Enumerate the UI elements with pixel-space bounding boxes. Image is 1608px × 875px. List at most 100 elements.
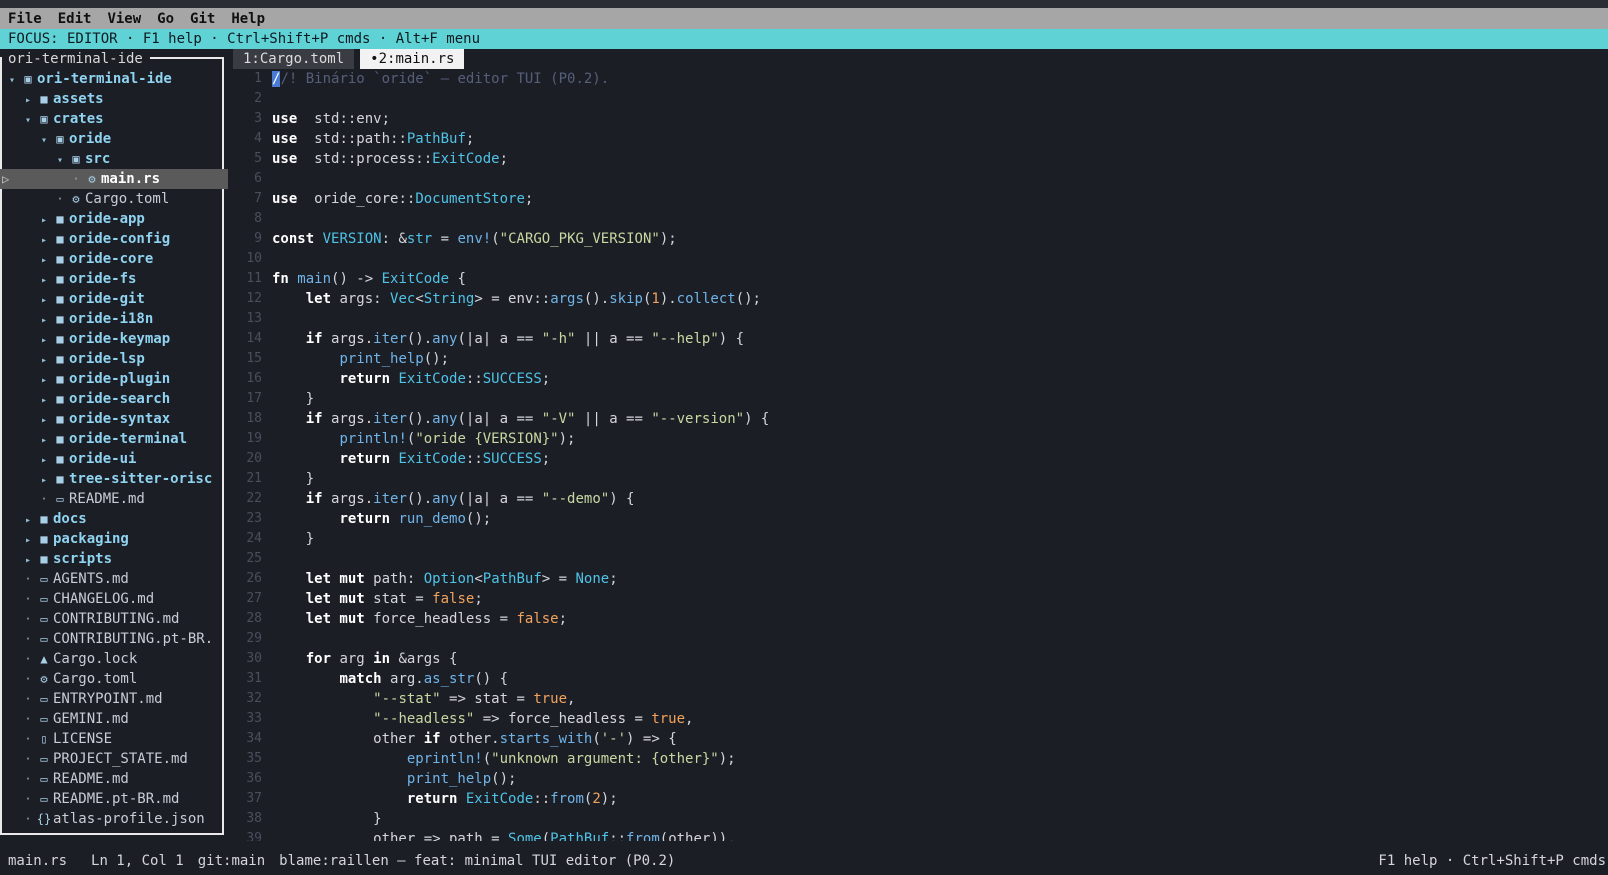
chevron-down-icon[interactable]: ▾ bbox=[4, 71, 20, 91]
chevron-down-icon[interactable]: ▾ bbox=[36, 131, 52, 151]
tab-cargo-toml[interactable]: 1:Cargo.toml bbox=[233, 49, 355, 69]
tree-folder[interactable]: ▸ ■ oride-plugin bbox=[0, 369, 224, 389]
code-line[interactable]: 20 return ExitCode::SUCCESS; bbox=[228, 449, 1608, 469]
code-line[interactable]: 12 let args: Vec<String> = env::args().s… bbox=[228, 289, 1608, 309]
chevron-right-icon[interactable]: ▸ bbox=[36, 391, 52, 411]
tree-folder[interactable]: ▸ ■ oride-lsp bbox=[0, 349, 224, 369]
tree-file[interactable]: · ▭ CHANGELOG.md bbox=[0, 589, 224, 609]
tree-folder[interactable]: ▸ ■ packaging bbox=[0, 529, 224, 549]
code-line[interactable]: 24 } bbox=[228, 529, 1608, 549]
tree-folder[interactable]: ▸ ■ oride-app bbox=[0, 209, 224, 229]
code-line[interactable]: 9 const VERSION: &str = env!("CARGO_PKG_V… bbox=[228, 229, 1608, 249]
menu-edit[interactable]: Edit bbox=[50, 11, 100, 27]
chevron-right-icon[interactable]: ▸ bbox=[20, 531, 36, 551]
tree-folder[interactable]: ▾ ▣ crates bbox=[0, 109, 224, 129]
tree-file[interactable]: · {} atlas-profile.json bbox=[0, 809, 224, 829]
tree-file[interactable]: · ▭ PROJECT_STATE.md bbox=[0, 749, 224, 769]
chevron-right-icon[interactable]: ▸ bbox=[36, 251, 52, 271]
tree-file[interactable]: · ▭ README.md bbox=[0, 489, 224, 509]
code-line[interactable]: 38 } bbox=[228, 809, 1608, 829]
chevron-right-icon[interactable]: ▸ bbox=[36, 271, 52, 291]
tree-file[interactable]: · ▭ README.pt-BR.md bbox=[0, 789, 224, 809]
tree-file[interactable]: · ▭ GEMINI.md bbox=[0, 709, 224, 729]
tree-file[interactable]: · ▯ LICENSE bbox=[0, 729, 224, 749]
code-line[interactable]: 18 if args.iter().any(|a| a == "-V" || a… bbox=[228, 409, 1608, 429]
tree-file[interactable]: · ▭ ENTRYPOINT.md bbox=[0, 689, 224, 709]
chevron-right-icon[interactable]: ▸ bbox=[36, 311, 52, 331]
menu-go[interactable]: Go bbox=[149, 11, 182, 27]
tree-folder[interactable]: ▸ ■ oride-terminal bbox=[0, 429, 224, 449]
tab-main-rs[interactable]: •2:main.rs bbox=[360, 49, 465, 69]
tree-folder[interactable]: ▾ ▣ src bbox=[0, 149, 224, 169]
tree-file[interactable]: · ▭ CONTRIBUTING.md bbox=[0, 609, 224, 629]
code-line[interactable]: 31 match arg.as_str() { bbox=[228, 669, 1608, 689]
code-line[interactable]: 10 bbox=[228, 249, 1608, 269]
chevron-right-icon[interactable]: ▸ bbox=[36, 371, 52, 391]
tree-folder[interactable]: ▸ ■ tree-sitter-orisc bbox=[0, 469, 224, 489]
code-line[interactable]: 33 "--headless" => force_headless = true… bbox=[228, 709, 1608, 729]
code-line[interactable]: 32 "--stat" => stat = true, bbox=[228, 689, 1608, 709]
code-line[interactable]: 15 print_help(); bbox=[228, 349, 1608, 369]
tree-folder[interactable]: ▸ ■ oride-keymap bbox=[0, 329, 224, 349]
tree-folder[interactable]: ▾ ▣ ori-terminal-ide bbox=[0, 69, 224, 89]
tree-folder[interactable]: ▸ ■ oride-core bbox=[0, 249, 224, 269]
code-line[interactable]: 36 print_help(); bbox=[228, 769, 1608, 789]
tree-file[interactable]: · ▭ CONTRIBUTING.pt-BR. bbox=[0, 629, 224, 649]
code-line[interactable]: 21 } bbox=[228, 469, 1608, 489]
menu-file[interactable]: File bbox=[0, 11, 50, 27]
chevron-right-icon[interactable]: ▸ bbox=[36, 471, 52, 491]
chevron-down-icon[interactable]: ▾ bbox=[20, 111, 36, 131]
tree-folder[interactable]: ▸ ■ oride-config bbox=[0, 229, 224, 249]
code-line[interactable]: 6 bbox=[228, 169, 1608, 189]
code-line[interactable]: 25 bbox=[228, 549, 1608, 569]
tree-file[interactable]: · ⚙ Cargo.toml bbox=[0, 669, 224, 689]
code-line[interactable]: 26 let mut path: Option<PathBuf> = None; bbox=[228, 569, 1608, 589]
tree-file[interactable]: · ▭ README.md bbox=[0, 769, 224, 789]
status-branch[interactable]: git:main bbox=[198, 853, 265, 869]
chevron-right-icon[interactable]: ▸ bbox=[36, 411, 52, 431]
code-line[interactable]: 3 use std::env; bbox=[228, 109, 1608, 129]
code-line[interactable]: 34 other if other.starts_with('-') => { bbox=[228, 729, 1608, 749]
menu-git[interactable]: Git bbox=[182, 11, 223, 27]
code-line[interactable]: 35 eprintln!("unknown argument: {other}"… bbox=[228, 749, 1608, 769]
menu-view[interactable]: View bbox=[99, 11, 149, 27]
chevron-right-icon[interactable]: ▸ bbox=[20, 551, 36, 571]
tree-file[interactable]: · ▭ AGENTS.md bbox=[0, 569, 224, 589]
chevron-right-icon[interactable]: ▸ bbox=[36, 291, 52, 311]
code-line[interactable]: 5 use std::process::ExitCode; bbox=[228, 149, 1608, 169]
tree-folder[interactable]: ▸ ■ assets bbox=[0, 89, 224, 109]
code-line[interactable]: 27 let mut stat = false; bbox=[228, 589, 1608, 609]
tree-folder[interactable]: ▸ ■ oride-syntax bbox=[0, 409, 224, 429]
chevron-right-icon[interactable]: ▸ bbox=[20, 511, 36, 531]
tree-folder[interactable]: ▾ ▣ oride bbox=[0, 129, 224, 149]
chevron-right-icon[interactable]: ▸ bbox=[36, 211, 52, 231]
chevron-right-icon[interactable]: ▸ bbox=[36, 431, 52, 451]
code-line[interactable]: 39 other => path = Some(PathBuf::from(ot… bbox=[228, 829, 1608, 841]
tree-file[interactable]: · ⚙ Cargo.toml bbox=[0, 189, 224, 209]
code-line[interactable]: 14 if args.iter().any(|a| a == "-h" || a… bbox=[228, 329, 1608, 349]
chevron-down-icon[interactable]: ▾ bbox=[52, 151, 68, 171]
code-line[interactable]: 8 bbox=[228, 209, 1608, 229]
code-line[interactable]: 37 return ExitCode::from(2); bbox=[228, 789, 1608, 809]
code-line[interactable]: 30 for arg in &args { bbox=[228, 649, 1608, 669]
tree-folder[interactable]: ▸ ■ oride-fs bbox=[0, 269, 224, 289]
tree-folder[interactable]: ▸ ■ oride-git bbox=[0, 289, 224, 309]
tree-file[interactable]: ▷ · ⚙ main.rs bbox=[0, 169, 228, 189]
tree-folder[interactable]: ▸ ■ oride-i18n bbox=[0, 309, 224, 329]
tree-folder[interactable]: ▸ ■ oride-search bbox=[0, 389, 224, 409]
code-line[interactable]: 1 //! Binário `oride` — editor TUI (P0.2)… bbox=[228, 69, 1608, 89]
chevron-right-icon[interactable]: ▸ bbox=[36, 351, 52, 371]
chevron-right-icon[interactable]: ▸ bbox=[20, 91, 36, 111]
chevron-right-icon[interactable]: ▸ bbox=[36, 451, 52, 471]
code-line[interactable]: 22 if args.iter().any(|a| a == "--demo")… bbox=[228, 489, 1608, 509]
code-editor[interactable]: 1 //! Binário `oride` — editor TUI (P0.2)… bbox=[228, 69, 1608, 841]
menu-help[interactable]: Help bbox=[223, 11, 273, 27]
code-line[interactable]: 29 bbox=[228, 629, 1608, 649]
code-line[interactable]: 7 use oride_core::DocumentStore; bbox=[228, 189, 1608, 209]
code-line[interactable]: 2 bbox=[228, 89, 1608, 109]
code-line[interactable]: 16 return ExitCode::SUCCESS; bbox=[228, 369, 1608, 389]
tree-folder[interactable]: ▸ ■ scripts bbox=[0, 549, 224, 569]
status-position[interactable]: Ln 1, Col 1 bbox=[91, 853, 184, 869]
chevron-right-icon[interactable]: ▸ bbox=[36, 231, 52, 251]
tree-folder[interactable]: ▸ ■ docs bbox=[0, 509, 224, 529]
